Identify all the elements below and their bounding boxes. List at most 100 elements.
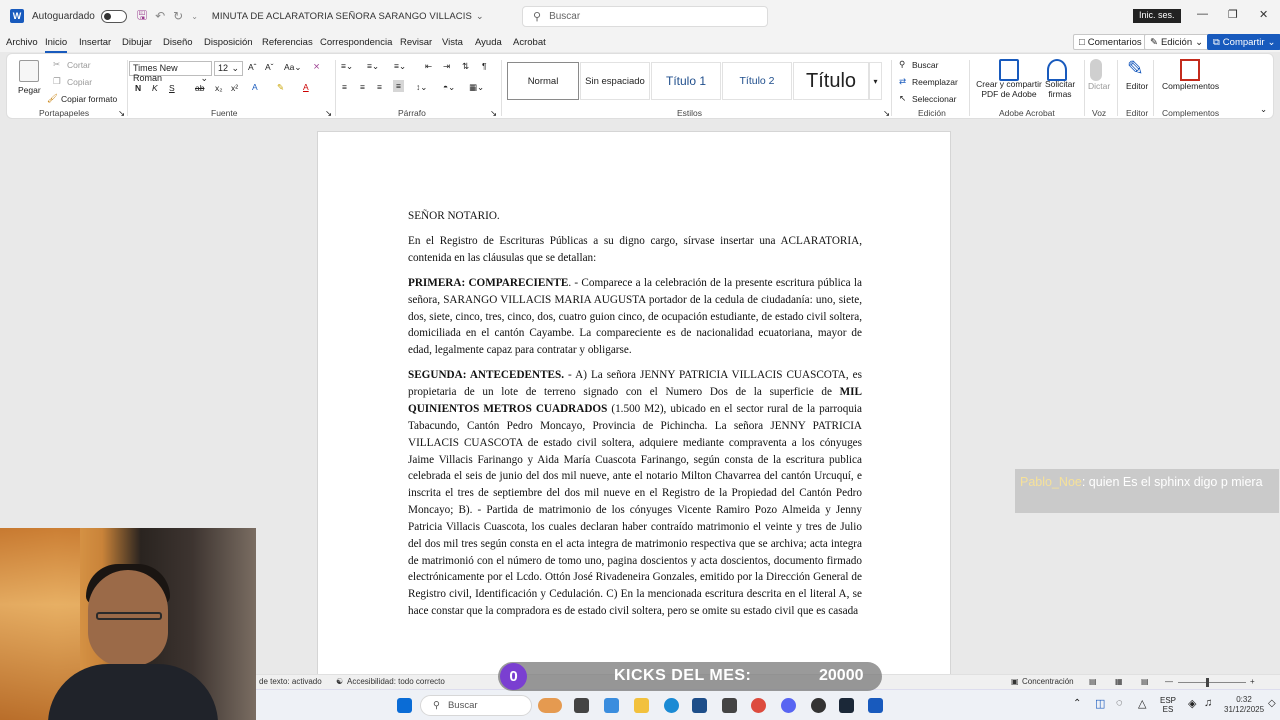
- replace-icon[interactable]: ⇄: [899, 76, 906, 87]
- editor-icon[interactable]: ✎: [1127, 56, 1144, 81]
- style-heading-1[interactable]: Título 1: [651, 62, 721, 100]
- format-painter-icon[interactable]: 🖌: [47, 93, 58, 104]
- styles-launcher-icon[interactable]: ↘: [883, 108, 890, 119]
- read-mode-icon[interactable]: ▤: [1089, 677, 1097, 686]
- maximize-icon[interactable]: ❐: [1228, 8, 1238, 21]
- align-center-icon[interactable]: ≡: [360, 82, 365, 92]
- autosave-toggle[interactable]: [100, 9, 127, 23]
- text-effects-icon[interactable]: A: [252, 82, 258, 92]
- borders-icon[interactable]: ▦⌄: [469, 82, 484, 93]
- customize-qat-icon[interactable]: ⌄: [191, 12, 198, 21]
- style-heading-2[interactable]: Título 2: [722, 62, 792, 100]
- word-taskbar-icon[interactable]: [868, 698, 883, 713]
- tab-inicio[interactable]: Inicio: [45, 37, 68, 53]
- redo-icon[interactable]: ↻: [173, 9, 183, 23]
- show-hidden-icons-icon[interactable]: ⌃: [1073, 698, 1081, 709]
- tab-revisar[interactable]: Revisar: [400, 37, 432, 48]
- tab-correspondencia[interactable]: Correspondencia: [320, 37, 392, 48]
- search-input[interactable]: ⚲ Buscar: [522, 6, 768, 27]
- addins-button[interactable]: Complementos: [1162, 81, 1219, 91]
- file-explorer-icon[interactable]: [634, 698, 649, 713]
- clock[interactable]: 0:32 31/12/2025: [1224, 695, 1264, 715]
- close-icon[interactable]: ✕: [1259, 8, 1268, 21]
- zoom-slider-thumb[interactable]: [1206, 678, 1209, 687]
- clipboard-launcher-icon[interactable]: ↘: [118, 108, 125, 119]
- share-button[interactable]: ⧉ Compartir ⌄: [1207, 34, 1280, 50]
- widgets-icon[interactable]: [538, 698, 562, 713]
- microphone-icon[interactable]: [1090, 59, 1102, 81]
- change-case-icon[interactable]: Aa⌄: [284, 62, 302, 73]
- comments-button[interactable]: □ Comentarios: [1073, 34, 1148, 50]
- replace-button[interactable]: Reemplazar: [912, 77, 958, 87]
- notifications-icon[interactable]: ◇: [1268, 698, 1276, 709]
- select-icon[interactable]: ↖: [899, 93, 906, 104]
- collapse-ribbon-icon[interactable]: ⌄: [1260, 104, 1267, 115]
- addins-icon[interactable]: [1180, 59, 1200, 81]
- superscript-icon[interactable]: x²: [231, 83, 238, 93]
- zoom-in-icon[interactable]: +: [1250, 677, 1255, 686]
- format-painter-button[interactable]: Copiar formato: [61, 94, 117, 104]
- save-icon[interactable]: 🖫: [137, 6, 147, 27]
- language-indicator[interactable]: ESP ES: [1160, 696, 1176, 714]
- tab-acrobat[interactable]: Acrobat: [513, 37, 546, 48]
- zoom-slider[interactable]: [1178, 682, 1246, 683]
- styles-gallery-more-icon[interactable]: ▾: [869, 62, 882, 100]
- cut-icon[interactable]: ✂: [53, 59, 60, 70]
- strikethrough-icon[interactable]: ab: [195, 83, 204, 93]
- web-layout-icon[interactable]: ▤: [1141, 677, 1149, 686]
- cut-button[interactable]: Cortar: [67, 60, 91, 70]
- steam-icon[interactable]: [839, 698, 854, 713]
- multilevel-list-icon[interactable]: ≡⌄: [394, 61, 406, 72]
- zoom-out-icon[interactable]: —: [1165, 677, 1173, 686]
- tab-dibujar[interactable]: Dibujar: [122, 37, 152, 48]
- style-no-spacing[interactable]: Sin espaciado: [580, 62, 650, 100]
- windows-start-icon[interactable]: [397, 698, 412, 713]
- create-pdf-button[interactable]: Crear y compartir PDF de Adobe: [976, 79, 1042, 99]
- app-icon[interactable]: [722, 698, 737, 713]
- bullets-icon[interactable]: ≡⌄: [341, 61, 353, 72]
- tab-disposicion[interactable]: Disposición: [204, 37, 253, 48]
- volume-icon[interactable]: ♫: [1204, 697, 1212, 709]
- chrome-icon[interactable]: [751, 698, 766, 713]
- numbering-icon[interactable]: ≡⌄: [367, 61, 379, 72]
- style-normal[interactable]: Normal: [507, 62, 579, 100]
- subscript-icon[interactable]: x₂: [215, 83, 223, 93]
- discord-icon[interactable]: [781, 698, 796, 713]
- paragraph-launcher-icon[interactable]: ↘: [490, 108, 497, 119]
- find-button[interactable]: Buscar: [912, 60, 938, 70]
- request-signatures-button[interactable]: Solicitar firmas: [1045, 79, 1075, 99]
- document-body[interactable]: SEÑOR NOTARIO. En el Registro de Escritu…: [408, 208, 862, 628]
- tray-app-icon[interactable]: △: [1138, 697, 1146, 710]
- tab-vista[interactable]: Vista: [442, 37, 463, 48]
- underline-icon[interactable]: S: [169, 83, 175, 93]
- taskbar-search[interactable]: ⚲ Buscar: [420, 695, 532, 716]
- tray-app-icon[interactable]: ◫: [1095, 697, 1105, 710]
- style-title[interactable]: Título: [793, 62, 869, 100]
- align-left-icon[interactable]: ≡: [342, 82, 347, 92]
- bold-icon[interactable]: N: [135, 83, 141, 93]
- find-icon[interactable]: ⚲: [899, 59, 905, 70]
- tab-ayuda[interactable]: Ayuda: [475, 37, 502, 48]
- sign-in-button[interactable]: Inic. ses.: [1133, 9, 1181, 23]
- highlight-icon[interactable]: ✎: [277, 82, 284, 93]
- copy-button[interactable]: Copiar: [67, 77, 92, 87]
- increase-indent-icon[interactable]: ⇥: [443, 61, 450, 72]
- tab-insertar[interactable]: Insertar: [79, 37, 111, 48]
- clear-formatting-icon[interactable]: ⨯: [313, 61, 320, 72]
- wifi-icon[interactable]: ◈: [1188, 697, 1196, 710]
- italic-icon[interactable]: K: [152, 83, 158, 93]
- accessibility-status[interactable]: Accesibilidad: todo correcto: [347, 677, 445, 686]
- show-marks-icon[interactable]: ¶: [482, 61, 487, 71]
- font-size-select[interactable]: 12 ⌄: [214, 61, 243, 76]
- tab-referencias[interactable]: Referencias: [262, 37, 313, 48]
- store-icon[interactable]: [692, 698, 707, 713]
- copy-icon[interactable]: ❐: [53, 76, 61, 87]
- obs-icon[interactable]: [811, 698, 826, 713]
- request-signatures-icon[interactable]: [1047, 59, 1067, 81]
- tab-diseno[interactable]: Diseño: [163, 37, 193, 48]
- select-button[interactable]: Seleccionar: [912, 94, 956, 104]
- print-layout-icon[interactable]: ▦: [1115, 677, 1123, 686]
- paste-icon[interactable]: [19, 60, 39, 82]
- copilot-icon[interactable]: [604, 698, 619, 713]
- editor-button[interactable]: Editor: [1126, 81, 1148, 91]
